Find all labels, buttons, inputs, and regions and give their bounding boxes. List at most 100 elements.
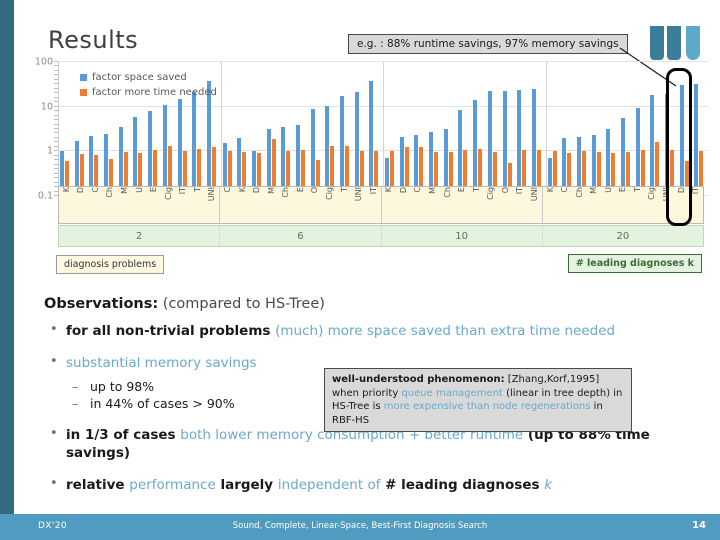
slide-footer: DX'20 Sound, Complete, Linear-Space, Bes…	[0, 514, 720, 540]
y-minor-tick	[54, 150, 58, 152]
bar-slot-K	[236, 62, 251, 196]
bullet-text: largely	[215, 477, 278, 493]
bar-space-saved	[310, 108, 315, 196]
category-label-Cig: Cig	[486, 187, 496, 200]
y-minor-tick	[54, 136, 58, 138]
bar-slot-O	[310, 62, 325, 196]
y-minor-tick	[54, 69, 58, 71]
phenomenon-lead: well-understood phenomenon:	[332, 374, 505, 385]
k-value-6: 6	[219, 226, 380, 246]
y-minor-tick	[54, 123, 58, 125]
bar-slot-K	[547, 62, 562, 196]
y-minor-tick	[54, 119, 58, 121]
category-label-U: U	[603, 187, 613, 193]
category-label-C: C	[90, 187, 100, 193]
bar-group-k10	[383, 62, 546, 196]
bar-space-saved	[650, 95, 655, 196]
bar-space-saved	[473, 100, 478, 196]
bar-space-saved	[531, 88, 536, 196]
category-label-E: E	[149, 187, 159, 193]
category-label-Cig: Cig	[163, 187, 173, 200]
bar-slot-T	[339, 62, 354, 196]
category-label-C: C	[223, 187, 233, 193]
bar-space-saved	[133, 117, 138, 196]
category-label-M: M	[589, 187, 599, 194]
category-label-Cig: Cig	[324, 187, 334, 200]
category-label-O: O	[500, 187, 510, 194]
category-label-E: E	[618, 187, 628, 193]
bar-space-saved	[162, 104, 167, 196]
y-minor-tick	[54, 101, 58, 103]
bar-slot-M	[428, 62, 443, 196]
bullet-text: performance	[129, 477, 216, 493]
y-minor-tick	[54, 92, 58, 94]
bar-space-saved	[517, 89, 522, 196]
bar-space-saved	[694, 84, 699, 196]
bar-slot-Cig	[487, 62, 502, 196]
y-minor-tick	[54, 83, 58, 85]
legend-label-time: factor more time needed	[92, 87, 217, 98]
category-label-UNI: UNI	[529, 187, 539, 202]
category-group-k2: K D C Ch M U E Cig IT T UNI	[59, 187, 219, 223]
category-label-T: T	[632, 187, 642, 192]
category-label-C: C	[413, 187, 423, 193]
phenomenon-a1: queue management	[401, 387, 503, 399]
footer-page-number: 14	[692, 520, 706, 531]
k-value-10: 10	[380, 226, 542, 246]
y-minor-tick	[54, 181, 58, 183]
category-label-K: K	[237, 187, 247, 193]
bar-slot-Ch	[576, 62, 591, 196]
category-label-D: D	[398, 187, 408, 194]
highlight-ellipse	[666, 68, 692, 226]
category-group-k6: C K D M Ch E O Cig T UNI IT	[219, 187, 380, 223]
y-minor-tick	[54, 114, 58, 116]
y-minor-tick	[54, 163, 58, 165]
legend-label-space: factor space saved	[92, 72, 187, 83]
y-minor-tick	[54, 154, 58, 156]
category-label-E: E	[457, 187, 467, 193]
y-minor-tick	[54, 172, 58, 174]
phenomenon-cite: [Zhang,Korf,1995]	[507, 374, 600, 385]
y-minor-tick	[54, 141, 58, 143]
category-label-D: D	[252, 187, 262, 194]
bar-space-saved	[487, 91, 492, 196]
bar-slot-K	[59, 62, 74, 196]
legend-item-space: factor space saved	[80, 70, 217, 85]
left-accent-rail	[0, 0, 14, 516]
bar-slot-U	[605, 62, 620, 196]
y-minor-tick	[54, 74, 58, 76]
bar-slot-C	[222, 62, 237, 196]
phenomenon-callout: well-understood phenomenon: [Zhang,Korf,…	[324, 368, 632, 432]
bar-space-saved	[635, 107, 640, 196]
bar-slot-T	[472, 62, 487, 196]
category-label-O: O	[310, 187, 320, 194]
legend-item-time: factor more time needed	[80, 85, 217, 100]
y-minor-tick	[54, 132, 58, 134]
bar-slot-E	[295, 62, 310, 196]
bullet-text: k	[544, 477, 553, 493]
bullet-text: relative	[66, 477, 130, 493]
bar-slot-UNI	[354, 62, 369, 196]
category-label-K: K	[61, 187, 71, 193]
category-label-Ch: Ch	[281, 187, 291, 198]
bullet-text: substantial memory savings	[66, 355, 257, 371]
bar-space-saved	[340, 96, 344, 196]
category-label-M: M	[266, 187, 276, 194]
bar-slot-D	[399, 62, 414, 196]
bar-slot-K	[384, 62, 399, 196]
bar-slot-T	[635, 62, 650, 196]
bar-space-saved	[325, 105, 330, 196]
y-tick-1: 1	[46, 145, 53, 157]
bar-space-saved	[369, 80, 374, 196]
example-callout: e.g. : 88% runtime savings, 97% memory s…	[348, 34, 628, 54]
bar-slot-O	[502, 62, 517, 196]
bar-slot-E	[457, 62, 472, 196]
bar-space-saved	[192, 92, 197, 196]
bullet-text: # leading diagnoses	[380, 477, 545, 493]
k-value-2: 2	[135, 230, 143, 242]
y-minor-tick	[54, 177, 58, 179]
bar-space-saved	[177, 98, 182, 196]
bar-slot-D	[251, 62, 266, 196]
bar-slot-Cig	[324, 62, 339, 196]
observations-heading: Observations: (compared to HS-Tree)	[44, 296, 325, 312]
